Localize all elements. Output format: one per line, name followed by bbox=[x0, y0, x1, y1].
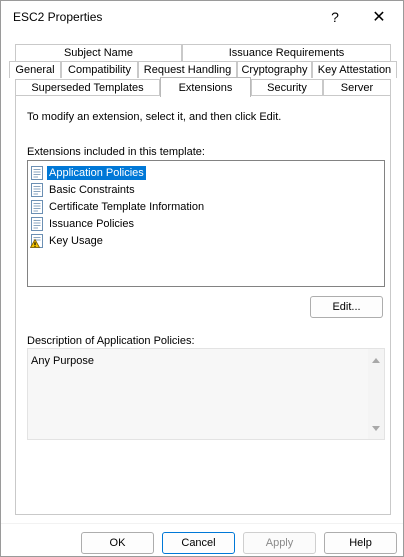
tab-compatibility[interactable]: Compatibility bbox=[61, 61, 138, 78]
title-bar: ESC2 Properties ? ✕ bbox=[1, 1, 403, 33]
close-icon[interactable]: ✕ bbox=[359, 5, 399, 29]
extension-label: Basic Constraints bbox=[49, 184, 135, 196]
tab-general[interactable]: General bbox=[9, 61, 61, 78]
tab-superseded-templates[interactable]: Superseded Templates bbox=[15, 79, 160, 96]
certificate-extension-icon bbox=[30, 217, 44, 231]
tab-issuance-requirements[interactable]: Issuance Requirements bbox=[182, 44, 391, 61]
apply-button[interactable]: Apply bbox=[243, 532, 316, 554]
scroll-up-arrow-icon[interactable] bbox=[372, 358, 380, 363]
extension-label: Application Policies bbox=[47, 166, 146, 180]
extensions-listbox[interactable]: Application Policies Basic Constraints C… bbox=[27, 160, 385, 287]
properties-dialog: ESC2 Properties ? ✕ Subject Name Issuanc… bbox=[0, 0, 404, 557]
description-scrollbar[interactable] bbox=[368, 349, 384, 439]
tab-server[interactable]: Server bbox=[323, 79, 391, 96]
tab-subject-name[interactable]: Subject Name bbox=[15, 44, 182, 61]
edit-button[interactable]: Edit... bbox=[310, 296, 383, 318]
tab-security[interactable]: Security bbox=[251, 79, 323, 96]
tab-key-attestation[interactable]: Key Attestation bbox=[312, 61, 397, 78]
ok-button[interactable]: OK bbox=[81, 532, 154, 554]
certificate-extension-icon bbox=[30, 200, 44, 214]
description-text: Any Purpose bbox=[31, 355, 94, 367]
extension-label: Key Usage bbox=[49, 235, 103, 247]
scroll-down-arrow-icon[interactable] bbox=[372, 426, 380, 431]
critical-extension-warning-icon bbox=[29, 234, 44, 248]
instruction-text: To modify an extension, select it, and t… bbox=[27, 111, 282, 123]
tab-request-handling[interactable]: Request Handling bbox=[138, 61, 237, 78]
footer-divider bbox=[1, 523, 403, 524]
window-title: ESC2 Properties bbox=[13, 10, 103, 24]
help-icon[interactable]: ? bbox=[315, 5, 355, 29]
help-button[interactable]: Help bbox=[324, 532, 397, 554]
extensions-list-label: Extensions included in this template: bbox=[27, 146, 205, 158]
extension-label: Certificate Template Information bbox=[49, 201, 205, 213]
tab-row-2: General Compatibility Request Handling C… bbox=[9, 61, 397, 78]
tab-cryptography[interactable]: Cryptography bbox=[237, 61, 312, 78]
tab-row-3: Superseded Templates Extensions Security… bbox=[15, 77, 391, 97]
certificate-extension-icon bbox=[30, 183, 44, 197]
list-item[interactable]: Key Usage bbox=[29, 233, 105, 249]
list-item[interactable]: Basic Constraints bbox=[30, 182, 137, 198]
list-item[interactable]: Issuance Policies bbox=[30, 216, 136, 232]
list-item[interactable]: Certificate Template Information bbox=[30, 199, 206, 215]
extension-label: Issuance Policies bbox=[49, 218, 134, 230]
tab-extensions[interactable]: Extensions bbox=[160, 77, 251, 97]
description-box[interactable]: Any Purpose bbox=[27, 348, 385, 440]
description-label: Description of Application Policies: bbox=[27, 335, 195, 347]
tab-row-1: Subject Name Issuance Requirements bbox=[15, 44, 391, 61]
cancel-button[interactable]: Cancel bbox=[162, 532, 235, 554]
certificate-extension-icon bbox=[30, 166, 44, 180]
list-item[interactable]: Application Policies bbox=[30, 165, 146, 181]
